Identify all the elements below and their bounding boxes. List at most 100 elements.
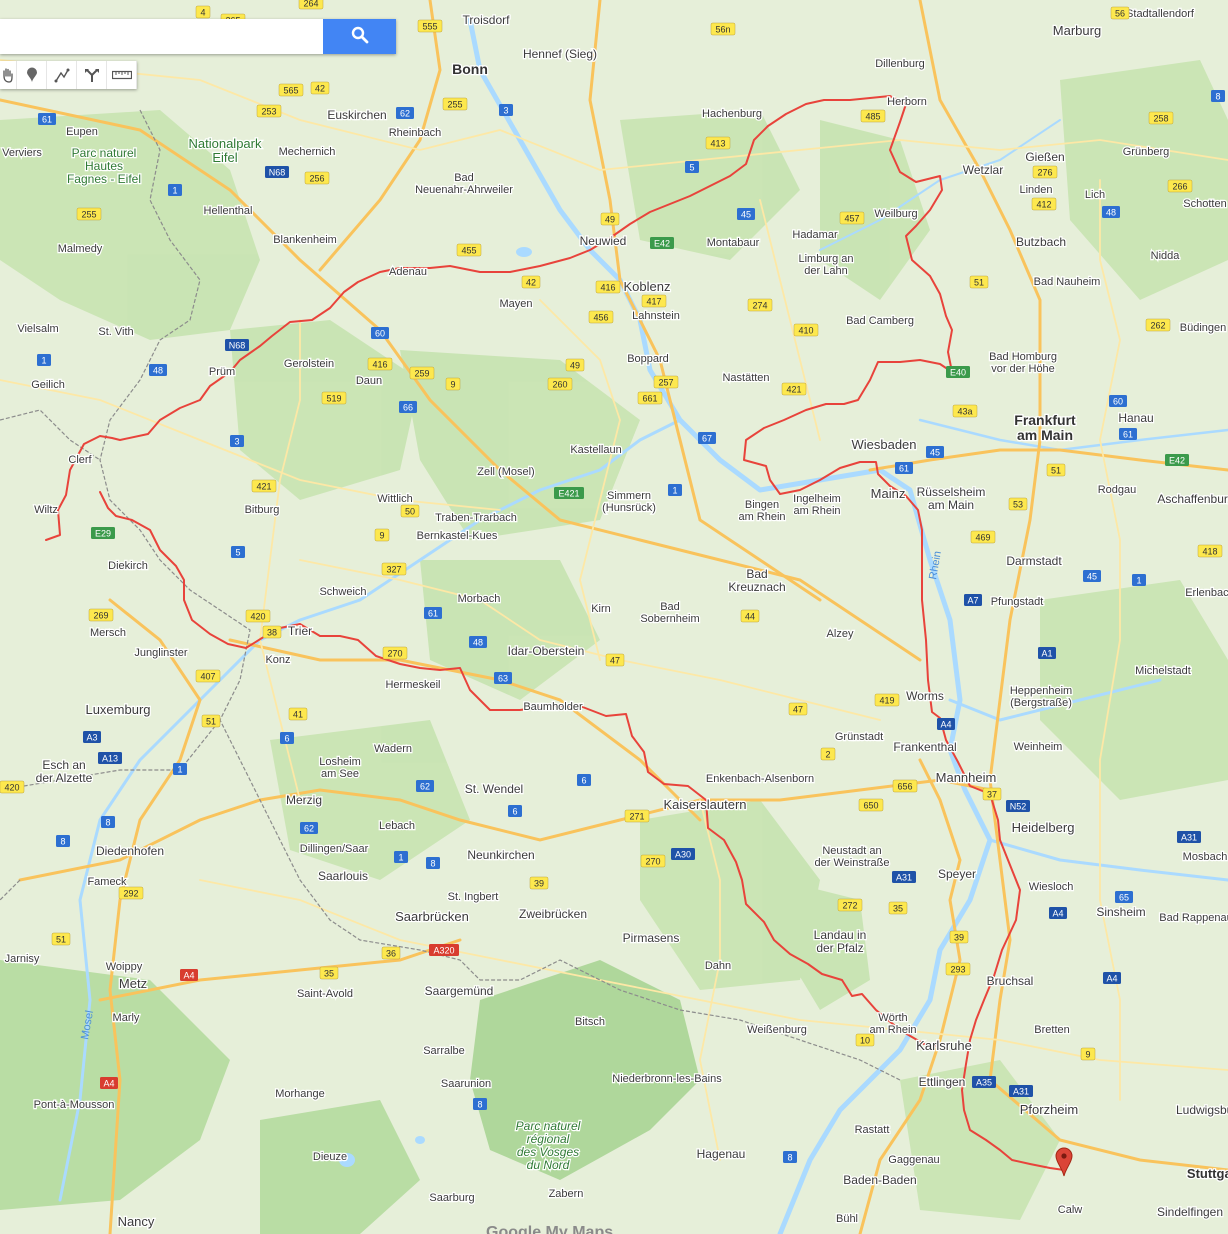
svg-text:E40: E40 [950, 368, 966, 378]
city-label: Schweich [319, 586, 366, 598]
svg-text:62: 62 [400, 109, 410, 119]
road-shield: A1 [1038, 647, 1056, 659]
city-label: Bad Rappenau [1159, 912, 1228, 924]
city-label: Marly [113, 1012, 140, 1024]
city-label: Wadern [374, 743, 412, 755]
road-shield: 42 [521, 275, 541, 289]
road-shield: N68 [225, 339, 249, 351]
city-label: Aschaffenburg [1157, 492, 1228, 506]
road-shield: 274 [747, 298, 773, 312]
road-shield: 276 [1032, 165, 1058, 179]
city-label: Euskirchen [327, 108, 386, 122]
svg-text:9: 9 [379, 531, 384, 541]
svg-text:410: 410 [798, 326, 813, 336]
svg-text:419: 419 [879, 696, 894, 706]
svg-text:1: 1 [177, 765, 182, 775]
road-shield: 1 [1132, 574, 1146, 586]
city-label: Hachenburg [702, 108, 762, 120]
city-label: Michelstadt [1135, 665, 1191, 677]
svg-text:E421: E421 [558, 489, 579, 499]
svg-text:270: 270 [645, 857, 660, 867]
road-shield: 53 [1008, 497, 1028, 511]
road-shield: 65 [1115, 891, 1133, 903]
city-label: Stadtallendorf [1126, 8, 1195, 20]
city-label: Mainz [871, 486, 906, 501]
road-shield: 9 [374, 528, 390, 542]
road-shield: 257 [653, 375, 679, 389]
road-shield: 266 [1167, 179, 1193, 193]
road-shield: A35 [972, 1076, 996, 1088]
city-label: St. Wendel [465, 782, 523, 796]
road-shield: 271 [624, 809, 650, 823]
road-shield: 48 [149, 364, 167, 376]
city-label: Hellenthal [204, 205, 253, 217]
road-shield: 44 [740, 609, 760, 623]
city-label: Adenau [389, 266, 427, 278]
city-label: Diedenhofen [96, 844, 164, 858]
svg-text:420: 420 [4, 783, 19, 793]
svg-text:420: 420 [250, 612, 265, 622]
road-shield: 270 [640, 854, 666, 868]
city-label: Pont-à-Mousson [34, 1099, 115, 1111]
svg-text:65: 65 [1119, 893, 1129, 903]
draw-line-tool[interactable] [47, 61, 77, 89]
svg-text:A31: A31 [1181, 833, 1197, 843]
city-label: Morbach [458, 593, 501, 605]
svg-text:258: 258 [1153, 114, 1168, 124]
svg-text:48: 48 [153, 366, 163, 376]
city-label: Gießen [1025, 150, 1064, 164]
city-label: Koblenz [624, 279, 671, 294]
svg-text:4: 4 [200, 8, 205, 18]
svg-text:421: 421 [786, 385, 801, 395]
city-label: Herborn [887, 96, 927, 108]
road-shield: A7 [964, 594, 982, 606]
city-label: Darmstadt [1006, 554, 1062, 568]
hand-icon [3, 68, 13, 83]
svg-text:E42: E42 [654, 239, 670, 249]
road-shield: 656 [892, 779, 918, 793]
svg-text:555: 555 [422, 22, 437, 32]
draw-line-icon [54, 68, 69, 83]
road-shield: 8 [426, 857, 440, 869]
road-shield: 4 [195, 5, 211, 19]
map-toolbar [0, 61, 137, 89]
road-shield: 416 [367, 357, 393, 371]
city-label: Weilburg [874, 208, 917, 220]
svg-text:36: 36 [386, 949, 396, 959]
city-label: Rodgau [1098, 484, 1137, 496]
search-button[interactable] [323, 19, 396, 54]
road-shield: 262 [1145, 318, 1171, 332]
road-shield: 51 [201, 714, 221, 728]
svg-text:A13: A13 [102, 754, 118, 764]
city-label: Lich [1085, 189, 1105, 201]
map-canvas[interactable]: Troisdorf Bonn Hennef (Sieg) Marburg Stadtal… [0, 0, 1228, 1234]
svg-text:412: 412 [1036, 200, 1051, 210]
city-label: Hadamar [792, 229, 838, 241]
city-label: Baumholder [523, 701, 583, 713]
road-shield: 8 [473, 1098, 487, 1110]
road-shield: 45 [737, 208, 755, 220]
svg-text:10: 10 [860, 1036, 870, 1046]
svg-text:274: 274 [752, 301, 767, 311]
road-shield: 456 [588, 310, 614, 324]
road-shield: 62 [416, 780, 434, 792]
road-shield: E29 [91, 527, 115, 539]
city-label: St. Vith [98, 326, 133, 338]
svg-text:A4: A4 [1052, 909, 1063, 919]
search-input[interactable] [0, 19, 316, 54]
svg-text:8: 8 [60, 837, 65, 847]
directions-tool[interactable] [77, 61, 107, 89]
road-shield: 45 [1083, 570, 1101, 582]
city-label: Wiltz [34, 504, 58, 516]
road-shield: 42 [310, 81, 330, 95]
road-shield: E421 [554, 487, 584, 499]
pan-tool[interactable] [0, 61, 17, 89]
svg-text:A3: A3 [86, 733, 97, 743]
add-marker-tool[interactable] [17, 61, 47, 89]
city-label: Saarbrücken [395, 909, 469, 924]
svg-text:8: 8 [105, 818, 110, 828]
measure-tool[interactable] [107, 61, 137, 89]
road-shield: 469 [970, 530, 996, 544]
city-label: Heidelberg [1012, 820, 1075, 835]
road-shield: 1 [394, 851, 408, 863]
